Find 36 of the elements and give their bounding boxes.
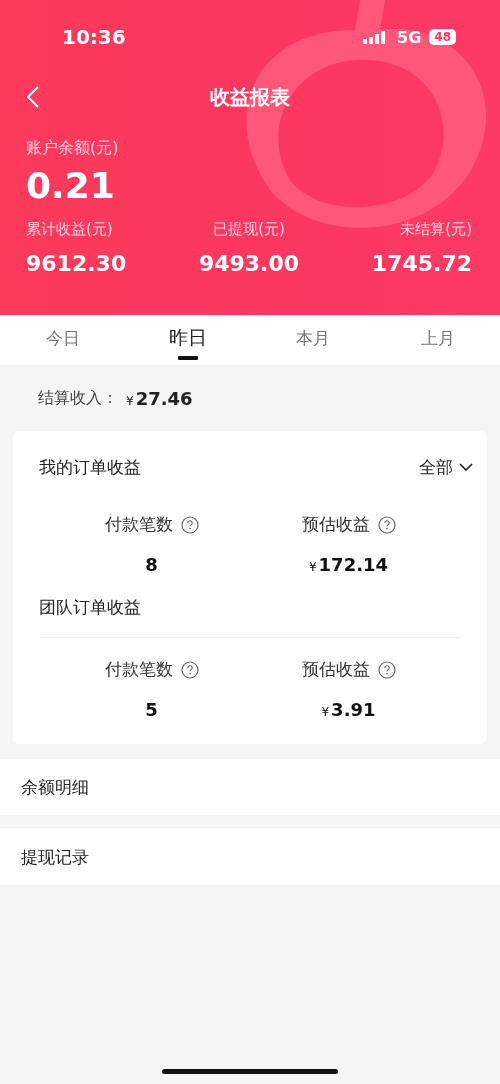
metric-value: ¥3.91 [321,699,376,720]
help-icon[interactable] [180,660,199,679]
stat-value: 1745.72 [371,251,472,276]
settlement-amount: ¥27.46 [126,387,193,409]
balance-value: 0.21 [26,165,115,206]
metric-label: 付款笔数 [104,513,173,536]
metric-label: 预估收益 [301,513,370,536]
status-time: 10:36 [62,25,126,49]
help-icon[interactable] [180,515,199,534]
metric-value: ¥172.14 [308,554,389,575]
stat-value: 9493.00 [198,251,300,276]
metric-label: 预估收益 [301,658,370,681]
metric-label: 付款笔数 [104,658,173,681]
period-tab[interactable]: 今日 [0,315,125,365]
period-tab[interactable]: 上月 [375,315,500,365]
battery-level: 48 [429,29,456,45]
network-label: 5G [397,27,422,47]
stat-label: 累计收益(元) [26,220,113,239]
balance-label: 账户余额(元) [26,138,119,159]
section-title: 团队订单收益 [39,595,141,619]
metric-value: 5 [145,699,158,720]
settlement-label: 结算收入： [38,387,118,409]
help-icon[interactable] [377,515,396,534]
stat-label: 未结算(元) [400,220,472,239]
help-icon[interactable] [377,660,396,679]
period-tab[interactable]: 本月 [250,315,375,365]
chevron-down-icon [459,462,473,472]
stat-value: 9612.30 [26,251,127,276]
section-title: 我的订单收益 [39,455,141,479]
page-title: 收益报表 [210,83,290,111]
period-tab[interactable]: 昨日 [125,315,250,365]
menu-row[interactable]: 余额明细 [0,759,500,815]
filter-dropdown[interactable]: 全部 [419,455,473,479]
stat-label: 已提现(元) [213,220,285,239]
metric-value: 8 [145,554,158,575]
menu-row[interactable]: 提现记录 [0,829,500,885]
